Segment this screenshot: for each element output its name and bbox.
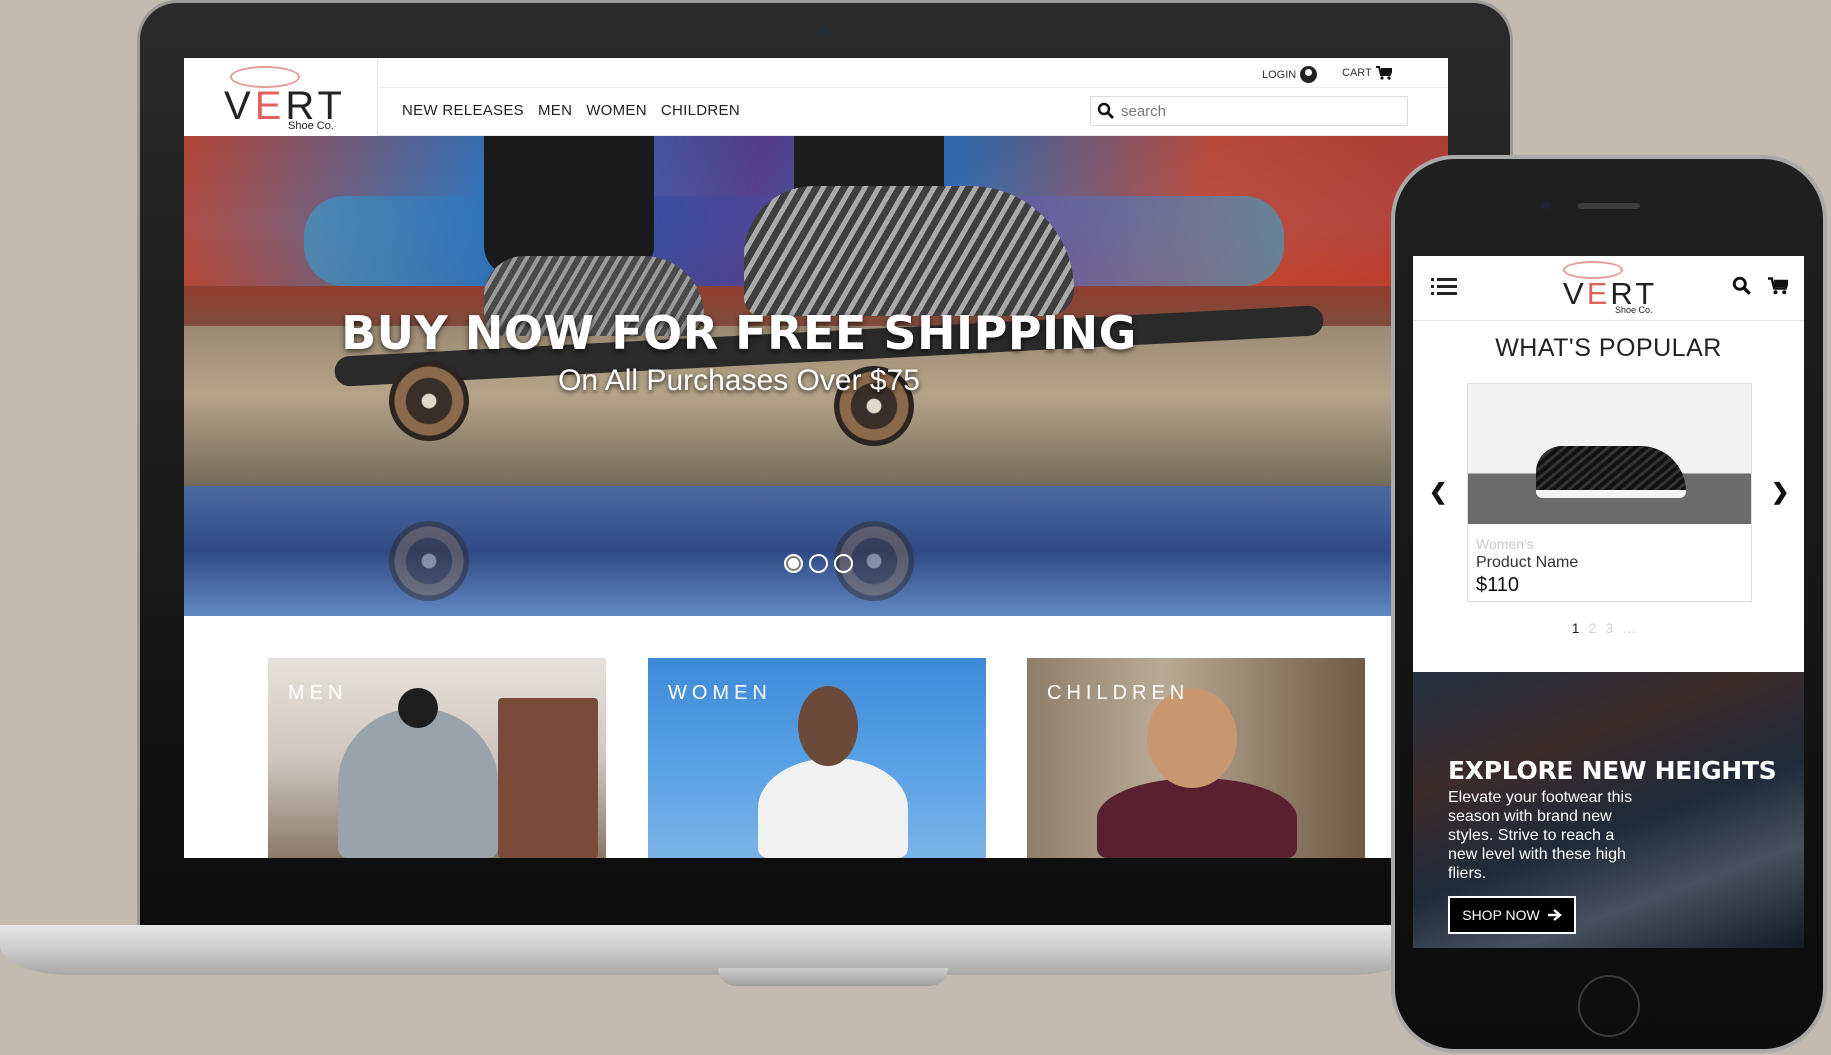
utility-bar: LOGIN CART [378, 58, 1448, 88]
category-label-women: WOMEN [668, 682, 772, 704]
product-image [1468, 384, 1751, 524]
cart-link[interactable]: CART [1342, 66, 1392, 80]
phone-home-button [1578, 975, 1640, 1037]
men-model [338, 708, 498, 858]
sneaker-image [1536, 446, 1686, 498]
logo-letter-e: E [1586, 276, 1611, 311]
promo-banner: EXPLORE NEW HEIGHTS Elevate your footwea… [1413, 672, 1804, 948]
category-label-children: CHILDREN [1047, 682, 1190, 704]
cart-icon [1375, 66, 1392, 80]
carousel-dot-1[interactable] [784, 554, 803, 573]
building [498, 698, 598, 858]
hero-carousel[interactable]: BUY NOW FOR FREE SHIPPING On All Purchas… [184, 136, 1448, 616]
phone-camera [1541, 201, 1550, 210]
category-label-men: MEN [288, 682, 348, 704]
nav-new-releases[interactable]: NEW RELEASES [402, 102, 524, 119]
search-icon [1097, 102, 1114, 119]
desktop-logo[interactable]: VERT Shoe Co. [184, 58, 378, 136]
logo-letter-v: V [1563, 276, 1587, 311]
laptop-notch [718, 968, 948, 986]
cart-label: CART [1342, 67, 1372, 79]
promo-text: Elevate your footwear this season with b… [1448, 789, 1633, 882]
search-input[interactable] [1121, 102, 1391, 120]
left-leg [484, 136, 654, 276]
category-tile-women[interactable]: WOMEN [648, 658, 986, 858]
arrow-right-icon [1547, 909, 1562, 921]
mobile-page: VERT Shoe Co. WHAT'S POPULAR ❮ ❯ Women's… [1413, 256, 1804, 948]
logo-subtitle: Shoe Co. [288, 120, 334, 132]
carousel-indicators [784, 554, 853, 573]
login-link[interactable]: LOGIN [1262, 66, 1318, 83]
carousel-dot-2[interactable] [809, 554, 828, 573]
page-ellipsis: … [1622, 620, 1646, 636]
logo-letter-v: V [224, 84, 255, 128]
search-box[interactable] [1090, 96, 1408, 126]
cart-icon[interactable] [1768, 277, 1788, 295]
category-tiles: MEN WOMEN CHILDREN [184, 616, 1448, 858]
product-name: Product Name [1476, 554, 1579, 571]
mobile-header: VERT Shoe Co. [1413, 256, 1804, 321]
children-model [1097, 778, 1297, 858]
shop-now-label: SHOP NOW [1462, 907, 1540, 923]
hero-title: BUY NOW FOR FREE SHIPPING [341, 306, 1137, 360]
chevron-left-icon[interactable]: ❮ [1429, 479, 1447, 505]
login-label: LOGIN [1262, 68, 1297, 81]
laptop-camera [820, 26, 830, 36]
women-model [758, 758, 908, 858]
product-price: $110 [1476, 574, 1520, 596]
right-sneaker [744, 186, 1074, 316]
women-head [798, 686, 858, 766]
men-cap [398, 688, 438, 728]
page-3[interactable]: 3 [1605, 620, 1622, 636]
nav-children[interactable]: CHILDREN [661, 102, 740, 119]
page-2[interactable]: 2 [1589, 620, 1606, 636]
main-nav: NEW RELEASES MEN WOMEN CHILDREN [402, 102, 740, 119]
section-title: WHAT'S POPULAR [1495, 334, 1722, 362]
nav-men[interactable]: MEN [538, 102, 572, 119]
category-tile-children[interactable]: CHILDREN [1027, 658, 1365, 858]
user-circle-icon [1300, 66, 1318, 83]
promo-title: EXPLORE NEW HEIGHTS [1448, 756, 1777, 785]
page-1[interactable]: 1 [1572, 620, 1589, 636]
hero-subtitle: On All Purchases Over $75 [558, 364, 920, 397]
nav-women[interactable]: WOMEN [586, 102, 647, 119]
search-icon[interactable] [1732, 276, 1752, 296]
phone-speaker [1578, 203, 1640, 209]
desktop-page: VERT Shoe Co. LOGIN CART NEW RELEASES ME… [184, 58, 1448, 858]
logo-letter-e: E [254, 84, 286, 128]
mobile-header-icons [1732, 276, 1788, 296]
product-card[interactable]: Women's Product Name $110 [1467, 383, 1752, 602]
carousel-pagination: 123… [1413, 620, 1804, 636]
puddle-reflection [184, 486, 1448, 616]
product-category: Women's [1476, 536, 1534, 552]
desktop-header: VERT Shoe Co. LOGIN CART NEW RELEASES ME… [184, 58, 1448, 136]
wheel-reflection [389, 521, 469, 601]
logo-subtitle: Shoe Co. [1615, 305, 1653, 315]
chevron-right-icon[interactable]: ❯ [1771, 479, 1789, 505]
carousel-dot-3[interactable] [834, 554, 853, 573]
category-tile-men[interactable]: MEN [268, 658, 606, 858]
hamburger-menu-icon[interactable] [1431, 278, 1457, 298]
laptop-base [0, 925, 1420, 975]
shop-now-button[interactable]: SHOP NOW [1448, 896, 1576, 934]
